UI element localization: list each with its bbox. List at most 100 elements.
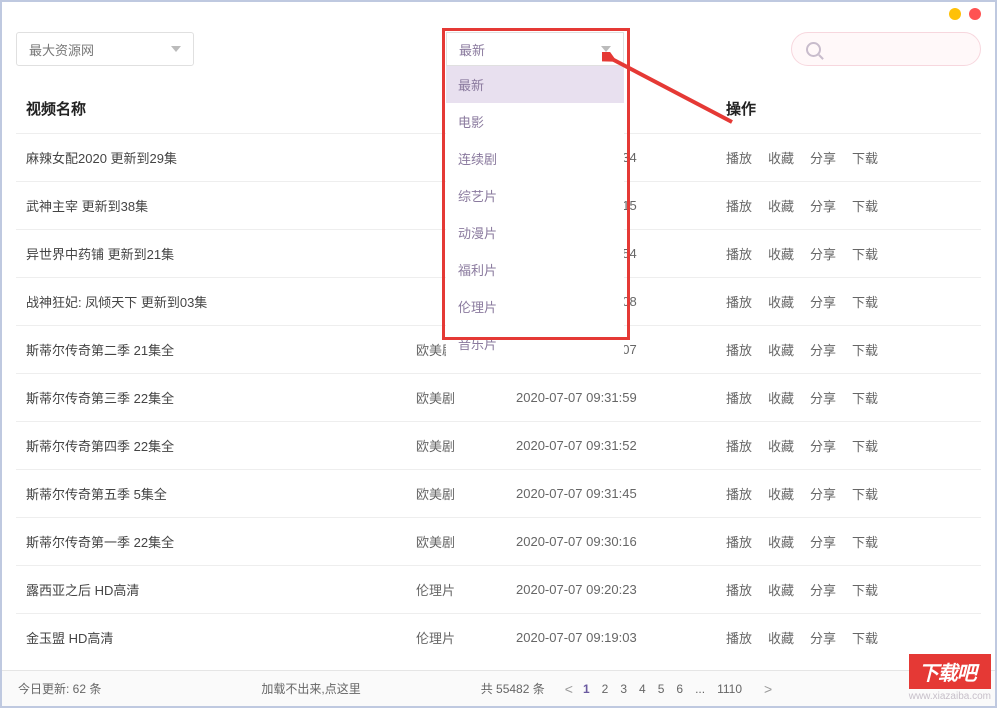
cell-name: 露西亚之后 HD高清: [26, 580, 416, 599]
share-button[interactable]: 分享: [810, 244, 836, 263]
fav-button[interactable]: 收藏: [768, 532, 794, 551]
table-row: 金玉盟 HD高清伦理片2020-07-07 09:19:03播放收藏分享下载: [16, 613, 981, 661]
fav-button[interactable]: 收藏: [768, 292, 794, 311]
cell-category: 伦理片: [416, 580, 516, 599]
cell-time: 2020-07-07 09:31:59: [516, 390, 726, 405]
download-button[interactable]: 下载: [852, 532, 878, 551]
play-button[interactable]: 播放: [726, 388, 752, 407]
pager-page[interactable]: 2: [602, 682, 609, 696]
category-select[interactable]: 最新: [446, 32, 624, 66]
chevron-down-icon: [601, 46, 611, 52]
cell-name: 斯蒂尔传奇第三季 22集全: [26, 388, 416, 407]
play-button[interactable]: 播放: [726, 148, 752, 167]
dropdown-item-1[interactable]: 电影: [446, 103, 624, 140]
cell-name: 斯蒂尔传奇第五季 5集全: [26, 484, 416, 503]
fav-button[interactable]: 收藏: [768, 148, 794, 167]
download-button[interactable]: 下载: [852, 244, 878, 263]
fav-button[interactable]: 收藏: [768, 196, 794, 215]
play-button[interactable]: 播放: [726, 436, 752, 455]
play-button[interactable]: 播放: [726, 244, 752, 263]
share-button[interactable]: 分享: [810, 388, 836, 407]
cell-ops: 播放收藏分享下载: [726, 292, 971, 311]
cell-name: 斯蒂尔传奇第一季 22集全: [26, 532, 416, 551]
share-button[interactable]: 分享: [810, 148, 836, 167]
cell-ops: 播放收藏分享下载: [726, 388, 971, 407]
dropdown-item-3[interactable]: 综艺片: [446, 177, 624, 214]
download-button[interactable]: 下载: [852, 580, 878, 599]
source-select[interactable]: 最大资源网: [16, 32, 194, 66]
pager-page[interactable]: 3: [620, 682, 627, 696]
share-button[interactable]: 分享: [810, 196, 836, 215]
download-button[interactable]: 下载: [852, 628, 878, 647]
cell-category: 欧美剧: [416, 388, 516, 407]
cell-ops: 播放收藏分享下载: [726, 340, 971, 359]
share-button[interactable]: 分享: [810, 532, 836, 551]
fav-button[interactable]: 收藏: [768, 628, 794, 647]
cell-time: 2020-07-07 09:20:23: [516, 582, 726, 597]
download-button[interactable]: 下载: [852, 148, 878, 167]
col-header-ops: 操作: [726, 98, 971, 119]
close-button[interactable]: [969, 8, 981, 20]
cell-name: 异世界中药铺 更新到21集: [26, 244, 416, 263]
cell-name: 战神狂妃: 凤倾天下 更新到03集: [26, 292, 416, 311]
cell-time: 2020-07-07 09:31:45: [516, 486, 726, 501]
play-button[interactable]: 播放: [726, 484, 752, 503]
dropdown-item-7[interactable]: 音乐片: [446, 325, 624, 362]
footer: 今日更新: 62 条 加载不出来,点这里 共 55482 条 < 123456.…: [2, 670, 995, 706]
minimize-button[interactable]: [949, 8, 961, 20]
play-button[interactable]: 播放: [726, 580, 752, 599]
toolbar: 最大资源网 最新 最新电影连续剧综艺片动漫片福利片伦理片音乐片: [2, 26, 995, 72]
dropdown-item-0[interactable]: 最新: [446, 66, 624, 103]
cell-time: 2020-07-07 09:19:03: [516, 630, 726, 645]
fav-button[interactable]: 收藏: [768, 484, 794, 503]
reload-link[interactable]: 加载不出来,点这里: [261, 680, 360, 697]
cell-time: 2020-07-07 09:30:16: [516, 534, 726, 549]
download-button[interactable]: 下载: [852, 292, 878, 311]
share-button[interactable]: 分享: [810, 340, 836, 359]
pager-page[interactable]: 4: [639, 682, 646, 696]
dropdown-item-5[interactable]: 福利片: [446, 251, 624, 288]
chevron-down-icon: [171, 46, 181, 52]
pager-page[interactable]: 6: [676, 682, 683, 696]
pager-prev[interactable]: <: [565, 681, 573, 697]
play-button[interactable]: 播放: [726, 340, 752, 359]
pager-page: ...: [695, 682, 705, 696]
share-button[interactable]: 分享: [810, 580, 836, 599]
dropdown-item-4[interactable]: 动漫片: [446, 214, 624, 251]
download-button[interactable]: 下载: [852, 484, 878, 503]
fav-button[interactable]: 收藏: [768, 388, 794, 407]
cell-ops: 播放收藏分享下载: [726, 436, 971, 455]
share-button[interactable]: 分享: [810, 436, 836, 455]
share-button[interactable]: 分享: [810, 628, 836, 647]
cell-ops: 播放收藏分享下载: [726, 484, 971, 503]
play-button[interactable]: 播放: [726, 292, 752, 311]
download-button[interactable]: 下载: [852, 436, 878, 455]
table-row: 斯蒂尔传奇第三季 22集全欧美剧2020-07-07 09:31:59播放收藏分…: [16, 373, 981, 421]
pager-next[interactable]: >: [764, 681, 772, 697]
search-input[interactable]: [791, 32, 981, 66]
pager-page[interactable]: 1110: [717, 682, 742, 696]
pager-page[interactable]: 5: [658, 682, 665, 696]
play-button[interactable]: 播放: [726, 628, 752, 647]
fav-button[interactable]: 收藏: [768, 580, 794, 599]
table-row: 斯蒂尔传奇第一季 22集全欧美剧2020-07-07 09:30:16播放收藏分…: [16, 517, 981, 565]
cell-name: 金玉盟 HD高清: [26, 628, 416, 647]
play-button[interactable]: 播放: [726, 532, 752, 551]
pager-page[interactable]: 1: [583, 682, 590, 696]
share-button[interactable]: 分享: [810, 292, 836, 311]
table-row: 斯蒂尔传奇第五季 5集全欧美剧2020-07-07 09:31:45播放收藏分享…: [16, 469, 981, 517]
dropdown-item-2[interactable]: 连续剧: [446, 140, 624, 177]
download-button[interactable]: 下载: [852, 196, 878, 215]
cell-name: 麻辣女配2020 更新到29集: [26, 148, 416, 167]
fav-button[interactable]: 收藏: [768, 436, 794, 455]
download-button[interactable]: 下载: [852, 388, 878, 407]
source-select-label: 最大资源网: [29, 40, 94, 59]
share-button[interactable]: 分享: [810, 484, 836, 503]
fav-button[interactable]: 收藏: [768, 244, 794, 263]
play-button[interactable]: 播放: [726, 196, 752, 215]
cell-category: 欧美剧: [416, 532, 516, 551]
cell-ops: 播放收藏分享下载: [726, 532, 971, 551]
fav-button[interactable]: 收藏: [768, 340, 794, 359]
download-button[interactable]: 下载: [852, 340, 878, 359]
dropdown-item-6[interactable]: 伦理片: [446, 288, 624, 325]
